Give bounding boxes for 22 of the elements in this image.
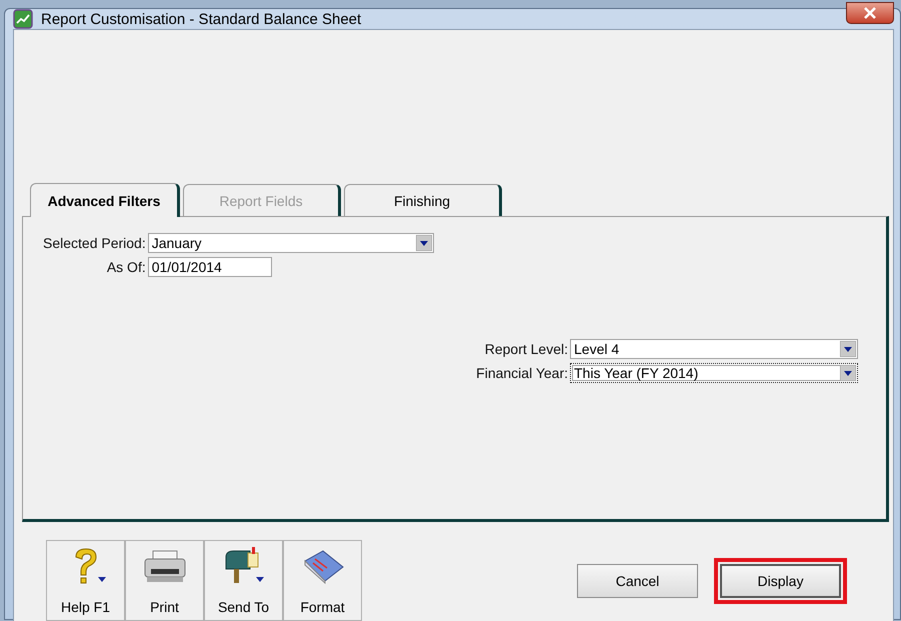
dropdown-arrow-icon[interactable] [840, 365, 856, 381]
field-label: Selected Period: [43, 235, 146, 251]
dropdown-arrow-icon[interactable] [840, 341, 856, 357]
chart-icon [13, 9, 33, 29]
toolbar-button[interactable]: Format [283, 540, 362, 621]
cancel-button[interactable]: Cancel [577, 564, 698, 598]
field-label: Report Level: [484, 341, 568, 357]
tab[interactable]: Advanced Filters [30, 183, 180, 217]
dropdown-field[interactable]: Level 4 [570, 339, 858, 359]
window-title: Report Customisation - Standard Balance Sheet [41, 10, 362, 28]
field-label: As Of: [106, 259, 146, 275]
input-field[interactable]: 01/01/2014 [148, 257, 272, 277]
toolbar-button[interactable]: Help F1 [46, 540, 125, 621]
dropdown-field[interactable]: January [148, 233, 434, 253]
dropdown-arrow-icon[interactable] [416, 235, 432, 251]
toolbar-button[interactable]: Print [125, 540, 204, 621]
tab[interactable]: Finishing [344, 184, 502, 216]
toolbar-button[interactable]: Send To [204, 540, 283, 621]
close-icon [863, 7, 877, 19]
close-button[interactable] [846, 2, 894, 24]
field-label: Financial Year: [476, 365, 568, 381]
dropdown-field[interactable]: This Year (FY 2014) [570, 363, 858, 383]
